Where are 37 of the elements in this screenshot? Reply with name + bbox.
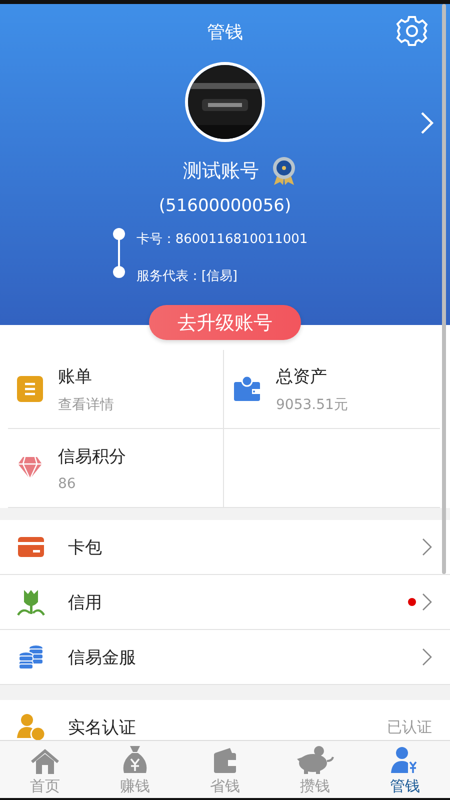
account-name: 测试账号 (183, 159, 259, 184)
settings-label: 实名认证 (68, 716, 137, 738)
tile-title[interactable]: 信易积分 (58, 444, 126, 468)
tile-subtitle: 查看详情 (58, 396, 114, 414)
wallet-icon (232, 374, 262, 404)
timeline-drawing (112, 228, 126, 278)
chevron-right-icon (422, 648, 432, 666)
coins-icon (17, 644, 45, 670)
menu-label: 卡包 (68, 536, 103, 558)
card-icon (17, 536, 45, 558)
chevron-right-icon (422, 593, 432, 611)
menu-label: 信用 (68, 592, 103, 614)
tab-item[interactable]: 管钱 (360, 741, 450, 798)
medal-icon (271, 156, 297, 186)
account-id: (51600000056) (158, 196, 292, 216)
tile-subtitle: 9053.51元 (276, 396, 348, 414)
detail-text: 卡号：8600116810011001 (136, 231, 308, 249)
money-bag-icon (121, 745, 149, 775)
piggy-bank-icon (295, 745, 335, 775)
list-icon (16, 375, 44, 403)
home-icon (30, 749, 60, 775)
menu-item[interactable]: 信用 (0, 575, 450, 630)
detail-text: 服务代表：[信易] (136, 268, 238, 286)
diamond-icon (16, 455, 44, 481)
sprout-icon (16, 588, 46, 616)
tile-title[interactable]: 总资产 (276, 364, 348, 388)
chevron-right-icon[interactable] (420, 111, 434, 135)
wallet-icon (212, 747, 238, 775)
tile-subtitle: 86 (58, 476, 77, 492)
scrollbar[interactable] (442, 4, 446, 574)
menu-label: 信易金服 (68, 646, 137, 668)
menu-item[interactable]: 信易金服 (0, 630, 450, 685)
page-title: 管钱 (207, 21, 243, 44)
tile-title[interactable]: 账单 (58, 364, 114, 388)
chevron-right-icon (422, 538, 432, 556)
status-text: 已认证 (387, 718, 432, 736)
settings-icon[interactable] (396, 15, 428, 47)
